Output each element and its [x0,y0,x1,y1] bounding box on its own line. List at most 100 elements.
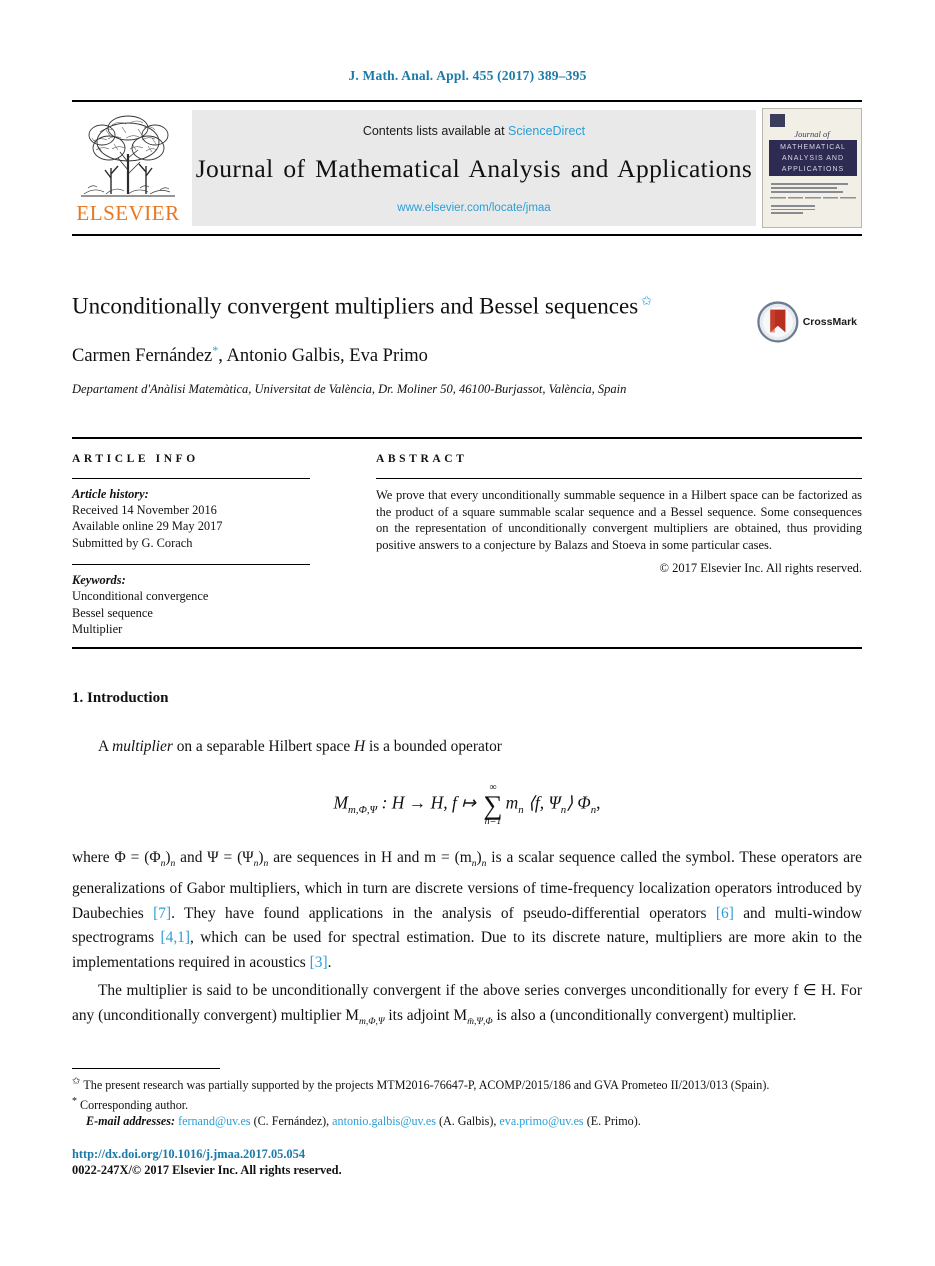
article-page: J. Math. Anal. Appl. 455 (2017) 389–395 [0,0,935,1266]
p2-seg1: where Φ = (Φ [72,849,161,867]
display-equation-multiplier: Mm,Φ,Ψ : H → H, f ↦ ∞ ∑ n=1 mn ⟨f, Ψn⟩ Φn, [72,782,862,827]
email-link-2[interactable]: antonio.galbis@uv.es [332,1114,436,1128]
equation-operator-subscript: m,Φ,Ψ [348,803,378,816]
citation-7[interactable]: [7] [153,905,171,922]
footnote-funding-text: The present research was partially suppo… [83,1078,770,1093]
issn-copyright-line: 0022-247X/© 2017 Elsevier Inc. All right… [72,1163,342,1178]
p1-mid: on a separable Hilbert space [172,738,355,755]
footnote-corresponding: * Corresponding author. [72,1094,862,1114]
article-title-text: Unconditionally convergent multipliers a… [72,293,639,319]
cover-elsevier-mark [770,114,785,127]
running-head: J. Math. Anal. Appl. 455 (2017) 389–395 [348,68,587,83]
p2-seg10: , which can be used for spectral estimat… [72,929,862,971]
paragraph-2: where Φ = (Φn)n and Ψ = (Ψn)n are sequen… [72,846,862,975]
paragraph-1: A multiplier on a separable Hilbert spac… [72,735,862,760]
history-received: Received 14 November 2016 [72,503,217,517]
footnote-corresponding-marker: * [72,1095,77,1107]
journal-homepage-link[interactable]: www.elsevier.com/locate/jmaa [192,202,756,214]
footnote-funding-marker: ✩ [72,1076,81,1087]
p1-hilbert-symbol: H [354,738,366,755]
footnote-corresponding-text: Corresponding author. [80,1097,189,1112]
email-owner-3: (E. Primo) [586,1114,638,1129]
cover-footer-lines [771,205,855,221]
sum-lower-limit: n=1 [484,816,502,828]
equation-inner-product: ⟨f, Ψ [523,792,561,813]
keywords-label: Keywords: [72,573,126,588]
keyword-1: Unconditional convergence [72,589,209,604]
abstract-heading: ABSTRACT [376,453,468,465]
email-owner-2: (A. Galbis) [438,1114,494,1129]
keywords-block: Keywords: Unconditional convergence Bess… [72,573,310,637]
doi-footer: http://dx.doi.org/10.1016/j.jmaa.2017.05… [72,1146,342,1178]
equation-coefficient: m [505,792,519,813]
cover-title-band: MATHEMATICAL ANALYSIS AND APPLICATIONS [769,140,857,176]
citation-3[interactable]: [3] [310,954,328,971]
journal-title: Journal of Mathematical Analysis and App… [195,154,753,183]
cover-journal-of: Journal of [794,129,830,139]
email-addresses-label: E-mail addresses: [86,1114,176,1129]
info-divider [72,478,310,479]
p2-seg3: and Ψ = (Ψ [175,849,254,867]
sigma-icon: ∑ [483,789,503,820]
p3-seg2: its adjoint M [384,1007,468,1025]
citation-4-1[interactable]: [4,1] [161,929,191,946]
email-link-3[interactable]: eva.primo@uv.es [499,1114,583,1128]
p3-seg3: is also a (unconditionally convergent) m… [492,1007,797,1025]
p2-seg11: . [327,953,332,971]
title-footnote-marker[interactable]: ✩ [641,293,652,308]
p2-seg8: . They have found applications in the an… [171,904,716,922]
crossmark-badge[interactable]: CrossMark [757,298,857,346]
equation-summation: ∞ ∑ n=1 [483,782,503,828]
equation-comma: , [596,792,601,813]
contents-available-line: Contents lists available at ScienceDirec… [192,124,756,138]
footnote-funding: ✩ The present research was partially supp… [72,1074,862,1094]
p1-tail: is a bounded operator [365,738,502,755]
footnotes-block: ✩ The present research was partially supp… [72,1074,862,1130]
page-title: Unconditionally convergent multipliers a… [72,286,712,322]
cover-band-line1: MATHEMATICAL [780,144,846,151]
email-owner-1: (C. Fernández) [253,1114,327,1129]
p2-seg5: are sequences in H and m = (m [268,849,472,867]
author-list: Carmen Fernández*, Antonio Galbis, Eva P… [72,343,862,367]
article-info-column: ARTICLE INFO Article history: Received 1… [72,453,310,637]
info-abstract-section: ARTICLE INFO Article history: Received 1… [72,437,862,649]
journal-masthead: ELSEVIER Contents lists available at Sci… [72,100,862,236]
cover-band-line2: ANALYSIS AND [781,155,845,162]
p3-adjoint-sub-1: m,Φ,Ψ [358,1016,385,1028]
elsevier-tree-icon [81,115,175,197]
abstract-text: We prove that every unconditionally summ… [376,488,862,552]
footnote-divider [72,1068,220,1069]
elsevier-logo: ELSEVIER [72,102,184,234]
author-1: Carmen Fernández [72,345,213,366]
equation-mapping: : H → H, f ↦ [377,792,481,813]
journal-cover-thumbnail: Journal of MATHEMATICAL ANALYSIS AND APP… [762,108,862,228]
section-heading-introduction: 1. Introduction [72,690,169,706]
abstract-divider [376,478,862,479]
p1-emphasis: multiplier [112,738,173,755]
cover-band-line3: APPLICATIONS [781,166,845,173]
article-history-label: Article history: [72,487,149,501]
abstract-copyright: © 2017 Elsevier Inc. All rights reserved… [659,561,862,576]
history-available-online: Available online 29 May 2017 [72,519,223,534]
equation-inner-close: ⟩ Φ [566,792,591,813]
abstract-column: ABSTRACT We prove that every uncondition… [376,453,862,576]
contents-prefix: Contents lists available at [362,124,505,138]
email-link-1[interactable]: fernand@uv.es [178,1114,250,1128]
footnote-emails: E-mail addresses: fernand@uv.es (C. Fern… [86,1114,641,1129]
sciencedirect-link[interactable]: ScienceDirect [508,124,585,138]
article-info-heading: ARTICLE INFO [72,453,199,465]
crossmark-icon [757,301,799,343]
article-body: 1. Introduction A multiplier on a separa… [72,690,862,1039]
affiliation: Departament d'Anàlisi Matemàtica, Univer… [72,381,627,396]
paragraph-3: The multiplier is said to be uncondition… [72,979,862,1034]
p3-adjoint-sub-2: m̄,Ψ,Φ [467,1016,493,1028]
history-submitted-by: Submitted by G. Corach [72,535,193,550]
doi-link[interactable]: http://dx.doi.org/10.1016/j.jmaa.2017.05… [72,1146,342,1162]
crossmark-label: CrossMark [802,316,857,328]
keyword-3: Multiplier [72,622,123,637]
title-block: Unconditionally convergent multipliers a… [72,286,862,398]
citation-6[interactable]: [6] [716,905,734,922]
equation-operator: M [333,792,349,813]
p1-lead: A [98,738,113,755]
keyword-2: Bessel sequence [72,605,153,620]
